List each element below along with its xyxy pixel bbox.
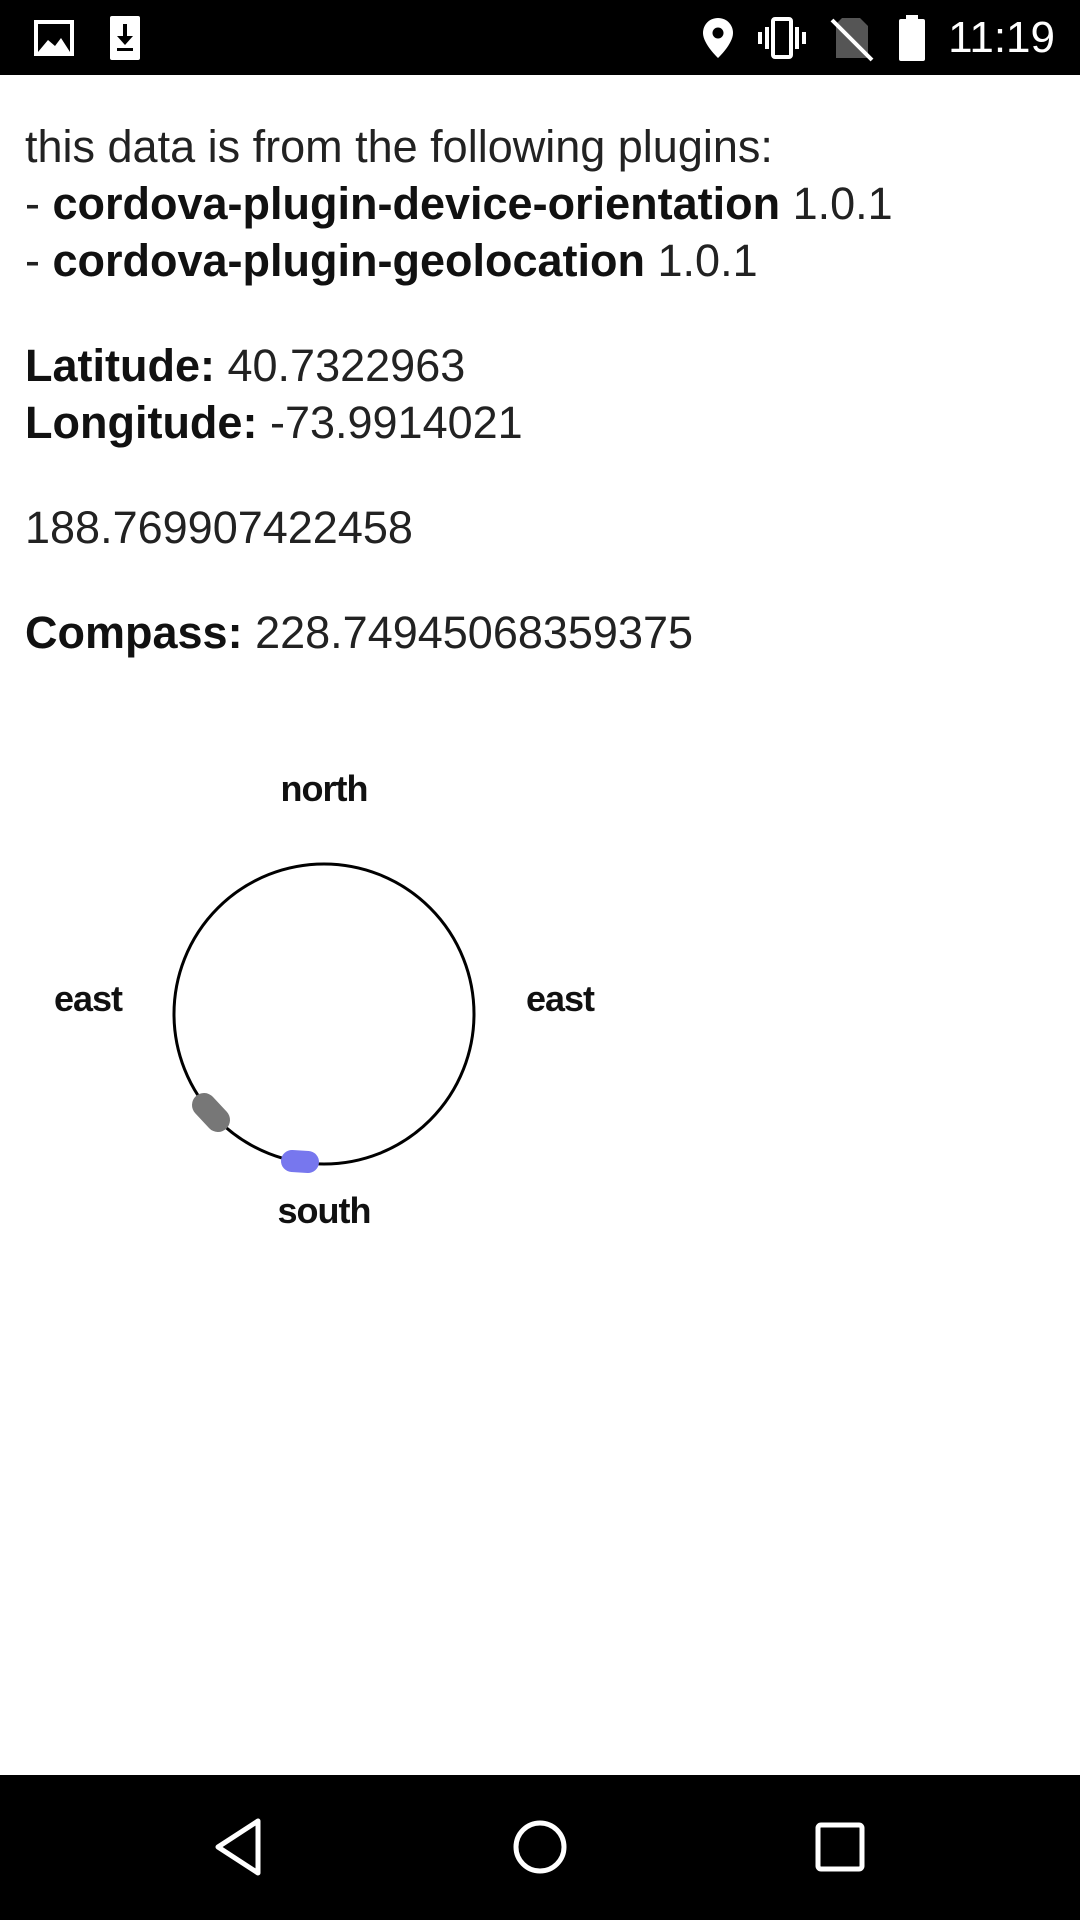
battery-icon [899, 15, 925, 61]
image-icon [34, 20, 74, 56]
vibrate-icon [758, 17, 806, 59]
nav-bar [0, 1775, 1080, 1920]
longitude-label: Longitude: [25, 397, 258, 448]
download-icon [110, 16, 140, 60]
compass-value: 228.74945068359375 [255, 607, 694, 658]
latitude-row: Latitude: 40.7322963 [25, 337, 1055, 394]
plugin-version: 1.0.1 [657, 235, 758, 286]
plugin-name: cordova-plugin-device-orientation [52, 178, 781, 229]
compass-label: Compass: [25, 607, 243, 658]
status-clock: 11:19 [948, 13, 1055, 62]
latitude-value: 40.7322963 [227, 340, 466, 391]
back-icon[interactable] [204, 1811, 276, 1883]
plugin-name: cordova-plugin-geolocation [52, 235, 646, 286]
home-icon[interactable] [504, 1811, 576, 1883]
compass-row: Compass: 228.74945068359375 [25, 604, 1055, 661]
recents-icon[interactable] [804, 1811, 876, 1883]
compass-marker-gray [192, 1093, 230, 1132]
compass-widget: north east east south [0, 740, 680, 1260]
main-content: this data is from the following plugins:… [25, 118, 1055, 661]
plugin-item: - cordova-plugin-device-orientation 1.0.… [25, 175, 1055, 232]
plugin-item: - cordova-plugin-geolocation 1.0.1 [25, 232, 1055, 289]
status-bar: 11:19 [0, 0, 1080, 75]
plugin-prefix: - [25, 178, 53, 229]
longitude-value: -73.9914021 [269, 397, 523, 448]
compass-dial [172, 862, 476, 1173]
longitude-row: Longitude: -73.9914021 [25, 394, 1055, 451]
plugin-version: 1.0.1 [792, 178, 893, 229]
plugin-prefix: - [25, 235, 53, 286]
plugins-heading: this data is from the following plugins: [25, 121, 773, 172]
heading-value: 188.769907422458 [25, 502, 413, 553]
location-icon [703, 18, 733, 58]
latitude-label: Latitude: [25, 340, 215, 391]
no-sim-icon [830, 18, 874, 62]
compass-marker-blue [281, 1150, 319, 1173]
